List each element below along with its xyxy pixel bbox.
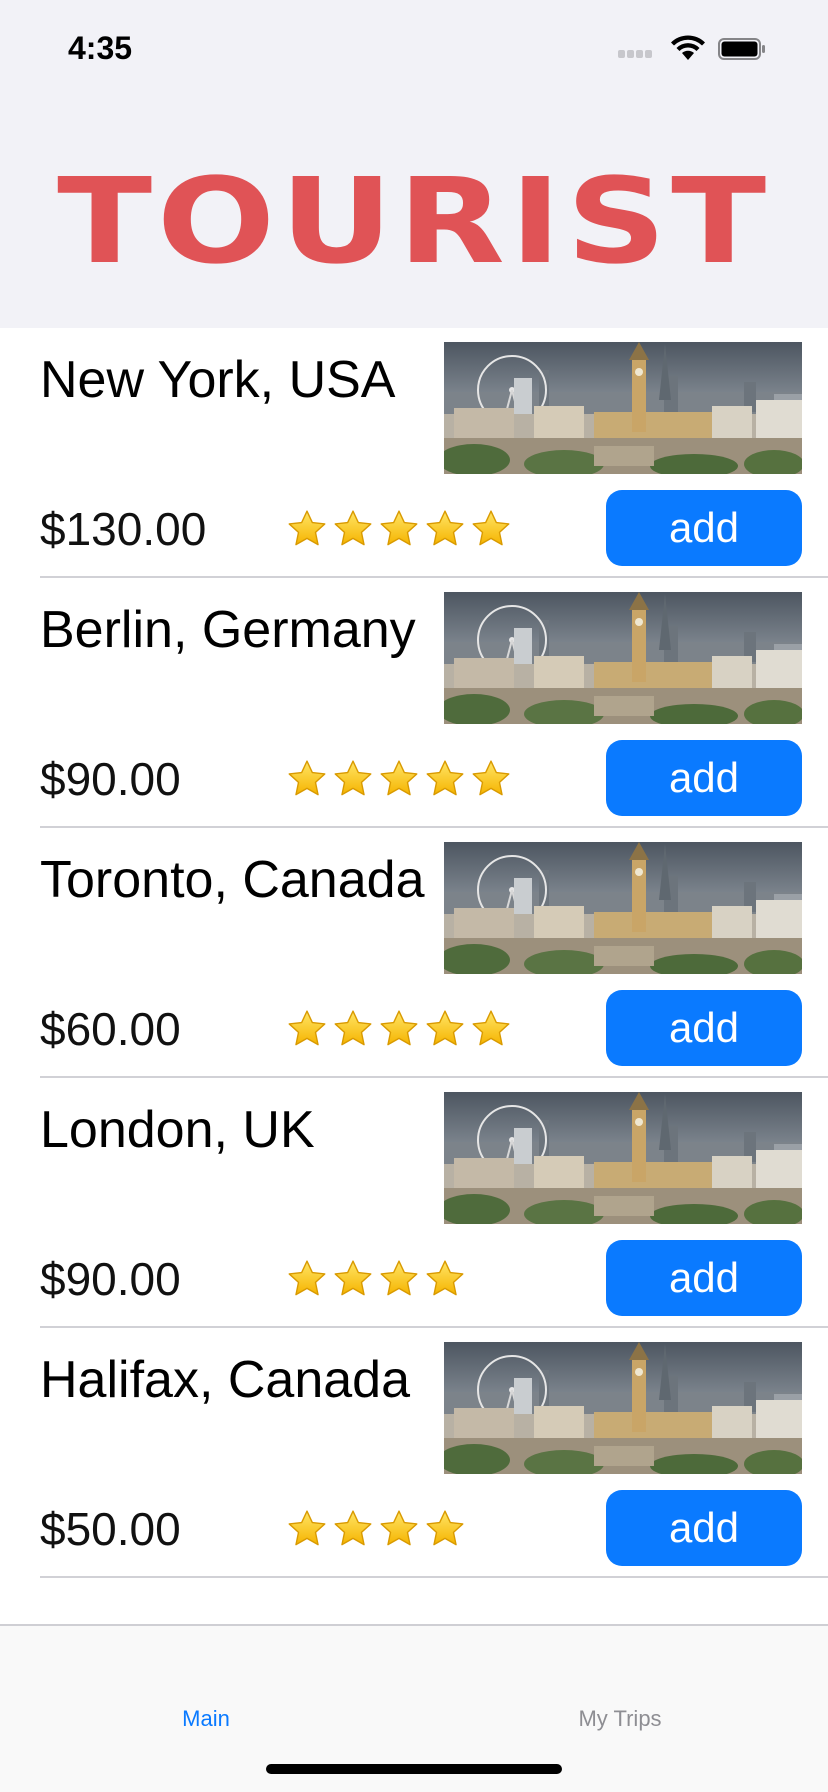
wifi-icon xyxy=(671,35,705,60)
star-icon xyxy=(286,1258,328,1300)
destination-price: $90.00 xyxy=(40,753,181,805)
tourist-logo: TOURIST xyxy=(57,152,771,290)
destination-list[interactable]: New York, USA $130.00 add Berlin, German… xyxy=(0,328,828,1578)
star-icon xyxy=(378,1258,420,1300)
destination-row: London, UK $90.00 add xyxy=(0,1078,828,1328)
star-icon xyxy=(470,758,512,800)
destination-row: New York, USA $130.00 add xyxy=(0,328,828,578)
add-button[interactable]: add xyxy=(606,1490,802,1566)
star-icon xyxy=(424,758,466,800)
rating-stars xyxy=(286,508,512,550)
star-icon xyxy=(470,508,512,550)
star-icon xyxy=(332,508,374,550)
app-screen: 4:35 TOURIST New York, USA $130.00 add B… xyxy=(0,0,828,1792)
destination-price: $60.00 xyxy=(40,1003,181,1055)
star-icon xyxy=(286,758,328,800)
row-divider xyxy=(40,1576,828,1578)
star-icon xyxy=(424,508,466,550)
rating-stars xyxy=(286,1258,466,1300)
star-icon xyxy=(378,758,420,800)
star-icon xyxy=(286,1008,328,1050)
destination-city: Toronto, Canada xyxy=(40,851,425,909)
rating-stars xyxy=(286,758,512,800)
destination-price: $90.00 xyxy=(40,1253,181,1305)
status-icons xyxy=(618,34,798,64)
star-icon xyxy=(424,1008,466,1050)
destination-row: Toronto, Canada $60.00 add xyxy=(0,828,828,1078)
tab-main[interactable]: Main xyxy=(106,1706,306,1732)
star-icon xyxy=(286,1508,328,1550)
add-button[interactable]: add xyxy=(606,740,802,816)
destination-city: London, UK xyxy=(40,1101,315,1159)
destination-city: Berlin, Germany xyxy=(40,601,416,659)
destination-photo xyxy=(444,1342,802,1474)
add-button[interactable]: add xyxy=(606,490,802,566)
destination-city: New York, USA xyxy=(40,351,396,409)
battery-icon xyxy=(718,38,765,60)
star-icon xyxy=(332,758,374,800)
star-icon xyxy=(378,1508,420,1550)
star-icon xyxy=(332,1258,374,1300)
status-time: 4:35 xyxy=(68,30,133,66)
destination-photo xyxy=(444,842,802,974)
cellular-signal-icon xyxy=(618,50,658,60)
star-icon xyxy=(332,1508,374,1550)
star-icon xyxy=(378,508,420,550)
star-icon xyxy=(286,508,328,550)
destination-photo xyxy=(444,1092,802,1224)
destination-price: $50.00 xyxy=(40,1503,181,1555)
home-indicator xyxy=(266,1764,562,1774)
status-bar: 4:35 xyxy=(0,0,828,100)
destination-row: Halifax, Canada $50.00 add xyxy=(0,1328,828,1578)
star-icon xyxy=(470,1008,512,1050)
star-icon xyxy=(424,1508,466,1550)
rating-stars xyxy=(286,1008,512,1050)
app-header: TOURIST xyxy=(0,100,828,328)
destination-city: Halifax, Canada xyxy=(40,1351,410,1409)
star-icon xyxy=(332,1008,374,1050)
star-icon xyxy=(378,1008,420,1050)
add-button[interactable]: add xyxy=(606,1240,802,1316)
tab-my-trips[interactable]: My Trips xyxy=(520,1706,720,1732)
destination-photo xyxy=(444,342,802,474)
add-button[interactable]: add xyxy=(606,990,802,1066)
rating-stars xyxy=(286,1508,466,1550)
destination-price: $130.00 xyxy=(40,503,207,555)
destination-row: Berlin, Germany $90.00 add xyxy=(0,578,828,828)
destination-photo xyxy=(444,592,802,724)
star-icon xyxy=(424,1258,466,1300)
